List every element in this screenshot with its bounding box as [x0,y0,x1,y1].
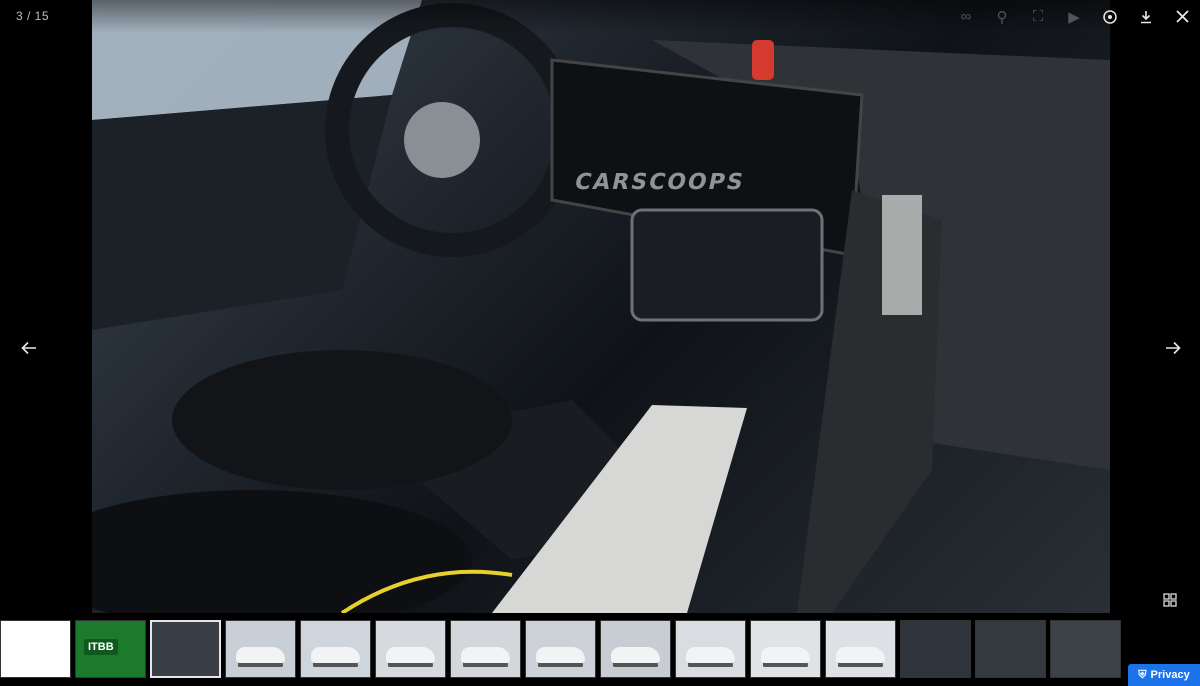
grid-icon [1163,593,1177,607]
top-toolbar: 3 / 15 ∞ ⚲ ⛶ ▶ [0,0,1200,33]
thumb-car-shape [536,647,585,663]
arrow-right-icon [1166,341,1181,355]
thumb-car-shape [311,647,360,663]
thumb-car-white-6[interactable] [600,620,671,678]
info-icon[interactable] [1092,0,1128,33]
thumb-car-shape [236,647,285,663]
share-icon[interactable]: ∞ [948,0,984,33]
thumb-interior-2[interactable] [900,620,971,678]
thumb-car-white-7[interactable] [675,620,746,678]
thumb-car-white-1[interactable] [225,620,296,678]
slideshow-icon[interactable]: ▶ [1056,0,1092,33]
privacy-button[interactable]: ⛨ Privacy [1128,664,1200,686]
arrow-left-icon [21,341,36,355]
thumb-car-shape [386,647,435,663]
thumb-blank[interactable] [0,620,71,678]
thumb-ad[interactable]: ITBB [75,620,146,678]
thumb-car-shape [761,647,810,663]
thumbnail-strip: ITBB [0,620,1128,680]
thumb-interior-1[interactable] [150,620,221,678]
close-icon[interactable] [1164,0,1200,33]
thumb-car-white-5[interactable] [525,620,596,678]
gallery-grid-button[interactable] [1158,588,1182,612]
thumb-car-white-2[interactable] [300,620,371,678]
thumb-interior-3[interactable] [975,620,1046,678]
thumb-ad-label: ITBB [84,639,118,655]
main-photo: CARSCOOPS [92,0,1110,613]
thumb-car-white-9[interactable] [825,620,896,678]
next-image-button[interactable] [1155,330,1191,366]
privacy-label: Privacy [1150,669,1190,681]
fullscreen-icon[interactable]: ⛶ [1020,0,1056,33]
thumb-car-white-3[interactable] [375,620,446,678]
watermark-text: CARSCOOPS [572,170,748,195]
thumb-car-shape [836,647,885,663]
image-counter: 3 / 15 [16,9,50,23]
zoom-icon[interactable]: ⚲ [984,0,1020,33]
interior-photo-illustration [92,0,1110,613]
thumb-car-white-4[interactable] [450,620,521,678]
thumb-car-shape [611,647,660,663]
thumb-interior-4[interactable] [1050,620,1121,678]
download-icon[interactable] [1128,0,1164,33]
thumb-car-shape [686,647,735,663]
shield-icon: ⛨ [1138,668,1147,681]
previous-image-button[interactable] [11,330,47,366]
thumb-car-shape [461,647,510,663]
thumb-car-white-8[interactable] [750,620,821,678]
